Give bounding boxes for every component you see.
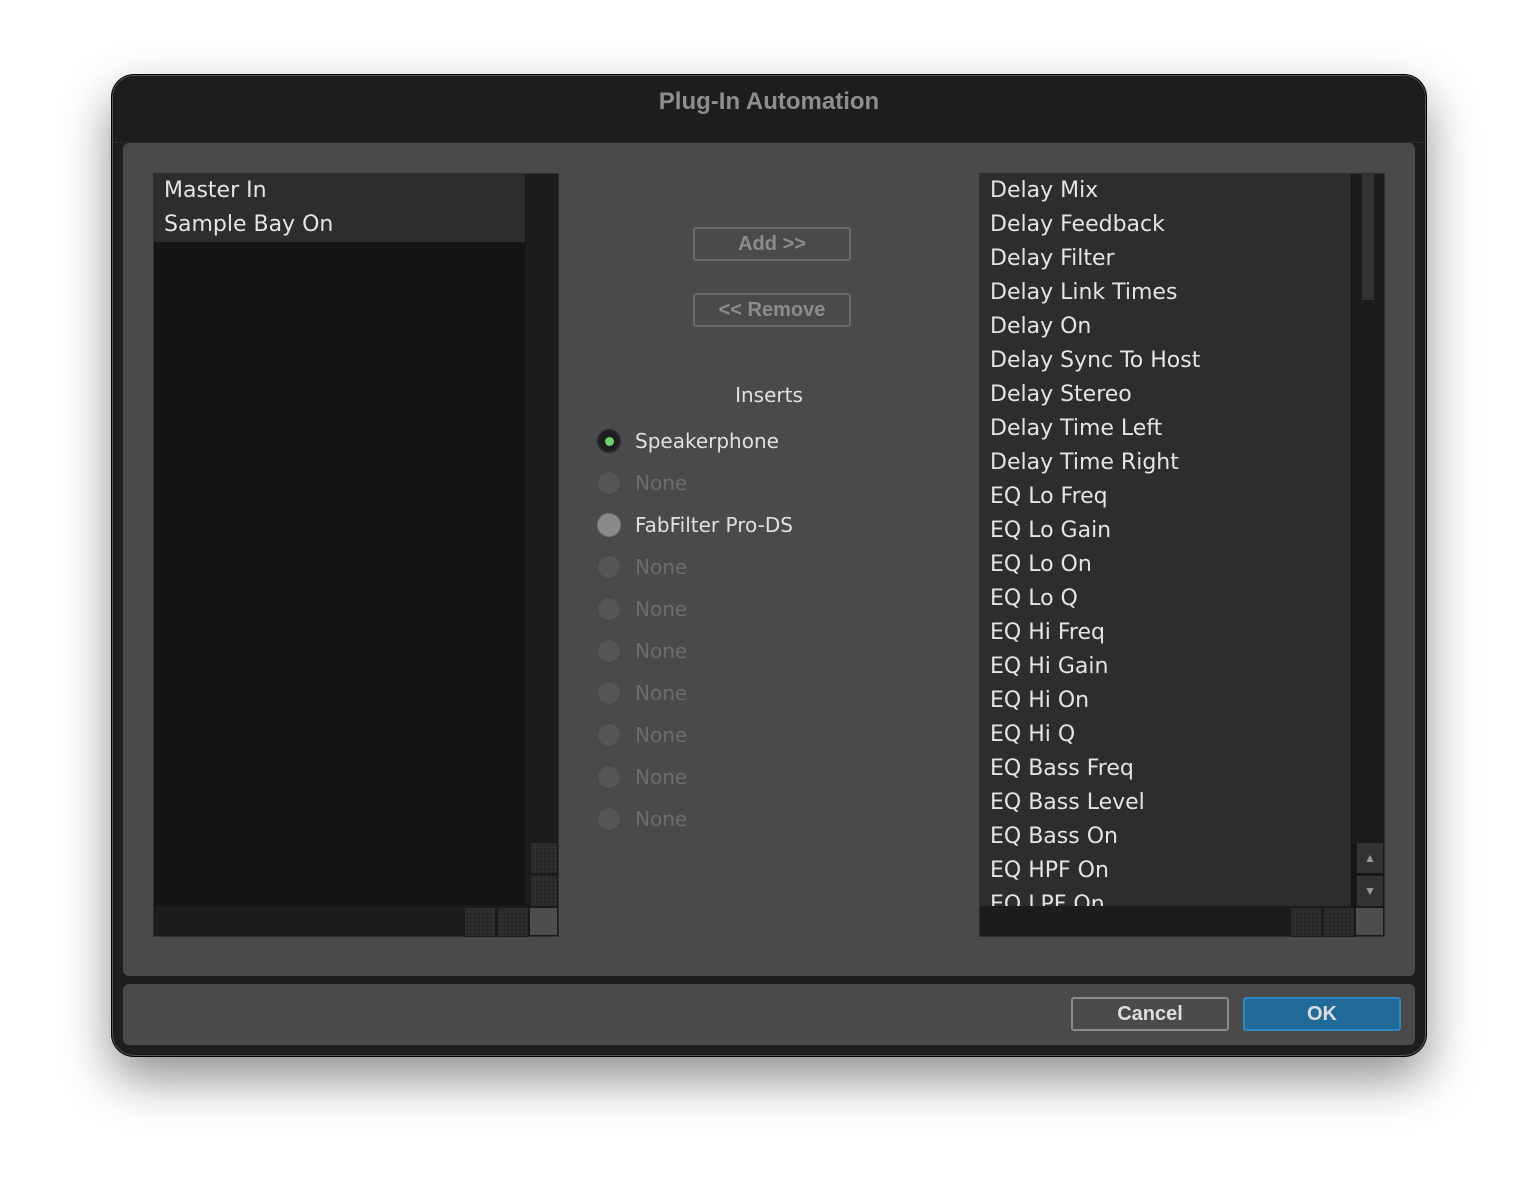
list-item[interactable]: Sample Bay On [154, 208, 525, 242]
list-item[interactable]: Delay Sync To Host [980, 344, 1351, 378]
insert-radio-option: None [597, 804, 687, 834]
scroll-up-button[interactable]: ▲ [1356, 842, 1384, 874]
automated-parameters-list[interactable]: Master In Sample Bay On [153, 173, 559, 937]
radio-label: None [635, 807, 688, 831]
vertical-scrollbar[interactable] [1352, 174, 1384, 844]
remove-button[interactable]: << Remove [693, 293, 851, 327]
scroll-thumb[interactable] [1362, 174, 1374, 300]
available-parameters-list[interactable]: Delay Mix Delay Feedback Delay Filter Delay… [979, 173, 1385, 937]
list-item[interactable]: Delay On [980, 310, 1351, 344]
list-item[interactable]: EQ Bass On [980, 820, 1351, 854]
list-item[interactable]: EQ Hi Q [980, 718, 1351, 752]
list-item[interactable]: EQ Hi On [980, 684, 1351, 718]
radio-label: None [635, 723, 688, 747]
scroll-down-button[interactable] [530, 875, 558, 907]
radio-button [597, 681, 621, 705]
list-item[interactable]: Master In [154, 174, 525, 208]
title-bar: Plug-In Automation [113, 76, 1425, 143]
list-item[interactable]: Delay Link Times [980, 276, 1351, 310]
list-item[interactable]: EQ HPF On [980, 854, 1351, 888]
scroll-right-button[interactable] [1323, 907, 1355, 937]
dialog-footer: Cancel OK [123, 984, 1415, 1045]
plugin-automation-dialog: Plug-In Automation Master In Sample Bay O… [112, 75, 1426, 1056]
cancel-button[interactable]: Cancel [1071, 997, 1229, 1031]
list-item[interactable]: EQ Lo On [980, 548, 1351, 582]
insert-radio-option[interactable]: Speakerphone [597, 426, 779, 456]
list-item[interactable]: EQ Hi Gain [980, 650, 1351, 684]
arrow-up-icon: ▲ [1364, 851, 1376, 865]
radio-label: None [635, 555, 688, 579]
radio-label: FabFilter Pro-DS [635, 513, 793, 537]
list-item[interactable]: EQ Hi Freq [980, 616, 1351, 650]
scroll-down-button[interactable]: ▼ [1356, 875, 1384, 907]
insert-radio-option: None [597, 678, 687, 708]
scroll-corner [1355, 907, 1384, 936]
scroll-up-button[interactable] [530, 842, 558, 874]
radio-label: Speakerphone [635, 429, 779, 453]
radio-button [597, 723, 621, 747]
radio-button [597, 597, 621, 621]
list-item[interactable]: EQ Bass Level [980, 786, 1351, 820]
scroll-left-button[interactable] [464, 907, 496, 937]
list-item[interactable]: EQ Lo Freq [980, 480, 1351, 514]
radio-button [597, 765, 621, 789]
radio-label: None [635, 597, 688, 621]
radio-label: None [635, 639, 688, 663]
content-panel: Master In Sample Bay On Add >> << Remove … [123, 143, 1415, 976]
vertical-scrollbar[interactable] [526, 174, 558, 904]
scroll-corner [529, 907, 558, 936]
radio-label: None [635, 765, 688, 789]
dialog-title: Plug-In Automation [658, 88, 880, 115]
arrow-down-icon: ▼ [1364, 884, 1376, 898]
list-item[interactable]: EQ LPF On [980, 888, 1351, 906]
insert-radio-option: None [597, 594, 687, 624]
scroll-left-button[interactable] [1290, 907, 1322, 937]
insert-radio-option: None [597, 636, 687, 666]
list-item[interactable]: Delay Time Right [980, 446, 1351, 480]
insert-radio-option: None [597, 552, 687, 582]
list-item[interactable]: EQ Lo Gain [980, 514, 1351, 548]
scroll-right-button[interactable] [497, 907, 529, 937]
list-item[interactable]: Delay Time Left [980, 412, 1351, 446]
list-item[interactable]: Delay Filter [980, 242, 1351, 276]
insert-radio-option: None [597, 762, 687, 792]
insert-radio-option: None [597, 720, 687, 750]
radio-button[interactable] [597, 429, 621, 453]
radio-button [597, 807, 621, 831]
inserts-label: Inserts [735, 383, 803, 407]
list-item[interactable]: Delay Mix [980, 174, 1351, 208]
insert-radio-option[interactable]: FabFilter Pro-DS [597, 510, 793, 540]
radio-button [597, 471, 621, 495]
add-button[interactable]: Add >> [693, 227, 851, 261]
list-item[interactable]: EQ Bass Freq [980, 752, 1351, 786]
radio-label: None [635, 681, 688, 705]
radio-label: None [635, 471, 688, 495]
radio-button [597, 639, 621, 663]
ok-button[interactable]: OK [1243, 997, 1401, 1031]
insert-radio-option: None [597, 468, 687, 498]
radio-button[interactable] [597, 513, 621, 537]
list-items: Master In Sample Bay On [154, 174, 525, 242]
list-item[interactable]: Delay Feedback [980, 208, 1351, 242]
list-items: Delay Mix Delay Feedback Delay Filter Delay… [980, 174, 1351, 906]
radio-button [597, 555, 621, 579]
list-item[interactable]: Delay Stereo [980, 378, 1351, 412]
list-item[interactable]: EQ Lo Q [980, 582, 1351, 616]
